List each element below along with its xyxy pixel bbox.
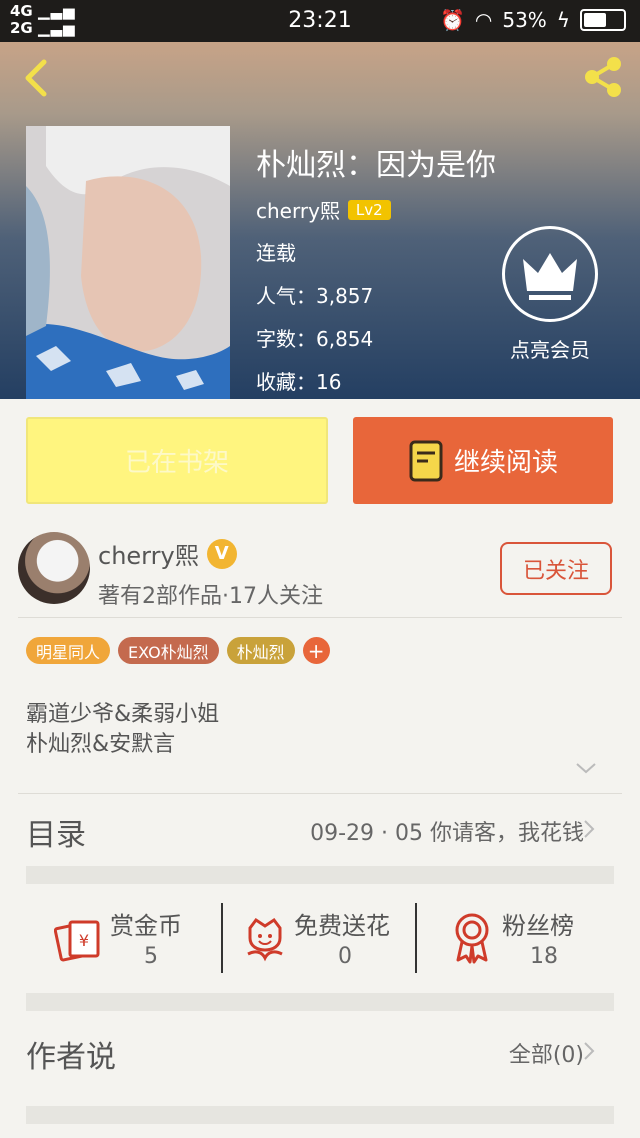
section-separator: [26, 993, 614, 1011]
section-separator: [26, 1106, 614, 1124]
charging-icon: ϟ: [556, 8, 570, 32]
tag-item[interactable]: 朴灿烈: [226, 637, 295, 664]
level-badge: Lv2: [347, 199, 391, 220]
vip-button[interactable]: [502, 226, 598, 322]
book-icon: [409, 440, 443, 481]
in-bookshelf-button[interactable]: 已在书架: [26, 417, 328, 504]
divider: [415, 903, 417, 973]
status-bar: 4G ▁▃▅ 2G ▁▃▅ 23:21 ⏰ ◠ 53% ϟ: [0, 0, 640, 42]
book-title: 朴灿烈：因为是你: [256, 148, 496, 183]
back-icon[interactable]: [18, 58, 58, 98]
cover-illustration: [26, 126, 230, 399]
chevron-right-icon: [584, 1042, 595, 1060]
book-description-line: 朴灿烈&安默言: [26, 732, 176, 757]
chevron-down-icon[interactable]: [574, 760, 598, 776]
crown-icon: [523, 253, 577, 300]
send-flower-stat[interactable]: 免费送花 0: [242, 898, 412, 973]
continue-reading-button[interactable]: 继续阅读: [353, 417, 613, 504]
author-stats: 著有2部作品·17人关注: [98, 584, 323, 609]
battery-icon: [580, 9, 626, 31]
view-all-comments-link[interactable]: 全部(0): [509, 1037, 584, 1069]
send-flower-label: 免费送花: [294, 912, 390, 940]
divider: [221, 903, 223, 973]
tag-item[interactable]: 明星同人: [26, 637, 111, 664]
fan-ranking-label: 粉丝榜: [502, 912, 574, 940]
popularity-stat: 人气：3,857: [256, 284, 374, 308]
battery-percent: 53%: [502, 8, 547, 32]
author-says-label: 作者说: [26, 1040, 116, 1075]
follow-button[interactable]: 已关注: [500, 542, 612, 595]
vip-label[interactable]: 点亮会员: [490, 334, 610, 363]
latest-chapter[interactable]: 09-29 · 05 你请客，我花钱: [310, 815, 584, 847]
share-icon[interactable]: [580, 54, 626, 100]
tag-item[interactable]: EXO朴灿烈: [118, 637, 219, 664]
divider: [18, 617, 622, 618]
continue-reading-label: 继续阅读: [453, 448, 558, 478]
ribbon-icon: [455, 913, 489, 964]
author-name[interactable]: cherry熙: [98, 536, 199, 571]
wifi-icon: ◠: [474, 8, 493, 32]
book-author[interactable]: cherry熙: [256, 195, 340, 224]
verified-badge-icon: V: [206, 538, 237, 569]
word-count-stat: 字数：6,854: [256, 327, 374, 351]
fan-ranking-value: 18: [530, 944, 558, 969]
author-avatar[interactable]: [18, 532, 90, 604]
serial-status: 连载: [256, 241, 296, 265]
favorites-stat: 收藏：16: [256, 370, 342, 394]
alarm-icon: ⏰: [439, 8, 465, 32]
add-tag-button[interactable]: +: [302, 637, 330, 664]
reward-coins-label: 赏金币: [110, 912, 182, 940]
red-envelope-icon: ¥: [54, 920, 100, 962]
send-flower-value: 0: [338, 944, 352, 969]
chevron-right-icon: [584, 820, 595, 838]
tag-list: 明星同人 EXO朴灿烈 朴灿烈 +: [26, 637, 330, 664]
reward-coins-value: 5: [144, 944, 158, 969]
book-description-line: 霸道少爷&柔弱小姐: [26, 702, 220, 727]
flower-icon: [247, 917, 283, 962]
reward-coins-stat[interactable]: ¥ 赏金币 5: [54, 898, 224, 973]
section-separator: [26, 866, 614, 884]
book-cover[interactable]: [26, 126, 230, 399]
svg-text:¥: ¥: [79, 931, 89, 950]
toc-label: 目录: [26, 818, 86, 853]
fan-ranking-stat[interactable]: 粉丝榜 18: [450, 898, 620, 973]
